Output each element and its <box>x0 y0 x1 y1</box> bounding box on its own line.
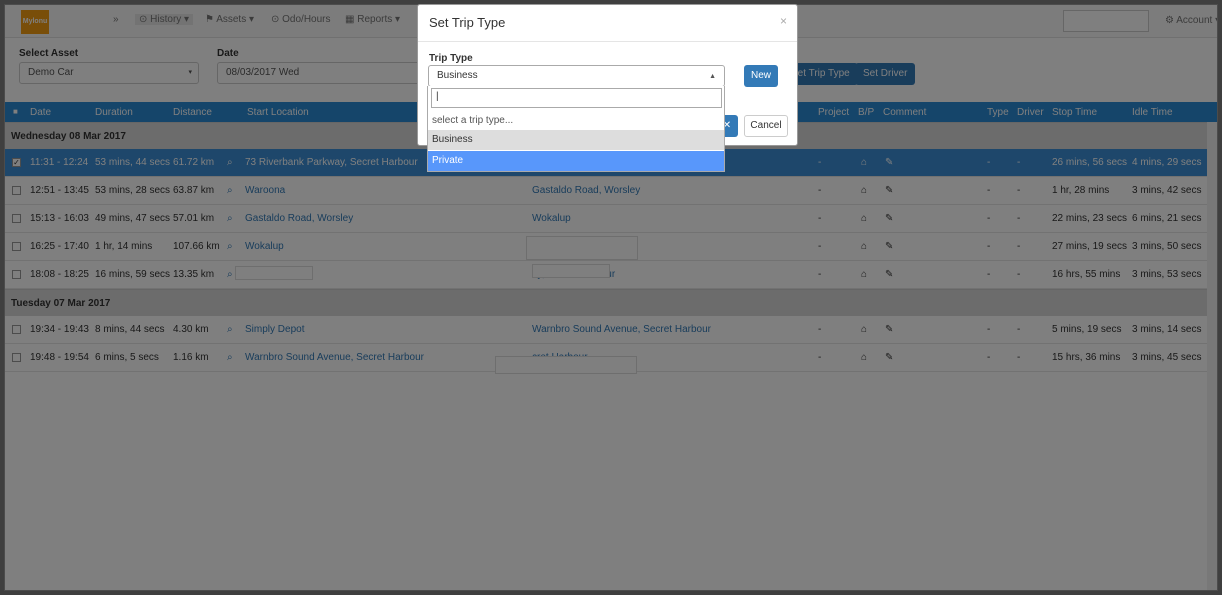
dialog-divider <box>418 41 797 42</box>
trip-type-value: Business <box>437 70 478 81</box>
dialog-title: Set Trip Type <box>429 15 506 30</box>
dropdown-search-input[interactable]: | <box>431 88 722 108</box>
chevron-up-icon: ▲ <box>709 73 716 80</box>
dropdown-option-placeholder[interactable]: select a trip type... <box>428 111 724 131</box>
new-trip-type-button[interactable]: New <box>744 65 778 87</box>
trip-type-label: Trip Type <box>429 53 473 64</box>
dropdown-option-private[interactable]: Private <box>428 151 724 171</box>
trip-type-dropdown: | select a trip type... Business Private <box>427 86 725 172</box>
trip-type-select[interactable]: Business ▲ <box>428 65 725 87</box>
close-icon[interactable]: × <box>780 14 787 28</box>
cancel-button[interactable]: Cancel <box>744 115 788 137</box>
dropdown-option-business[interactable]: Business <box>428 130 724 150</box>
